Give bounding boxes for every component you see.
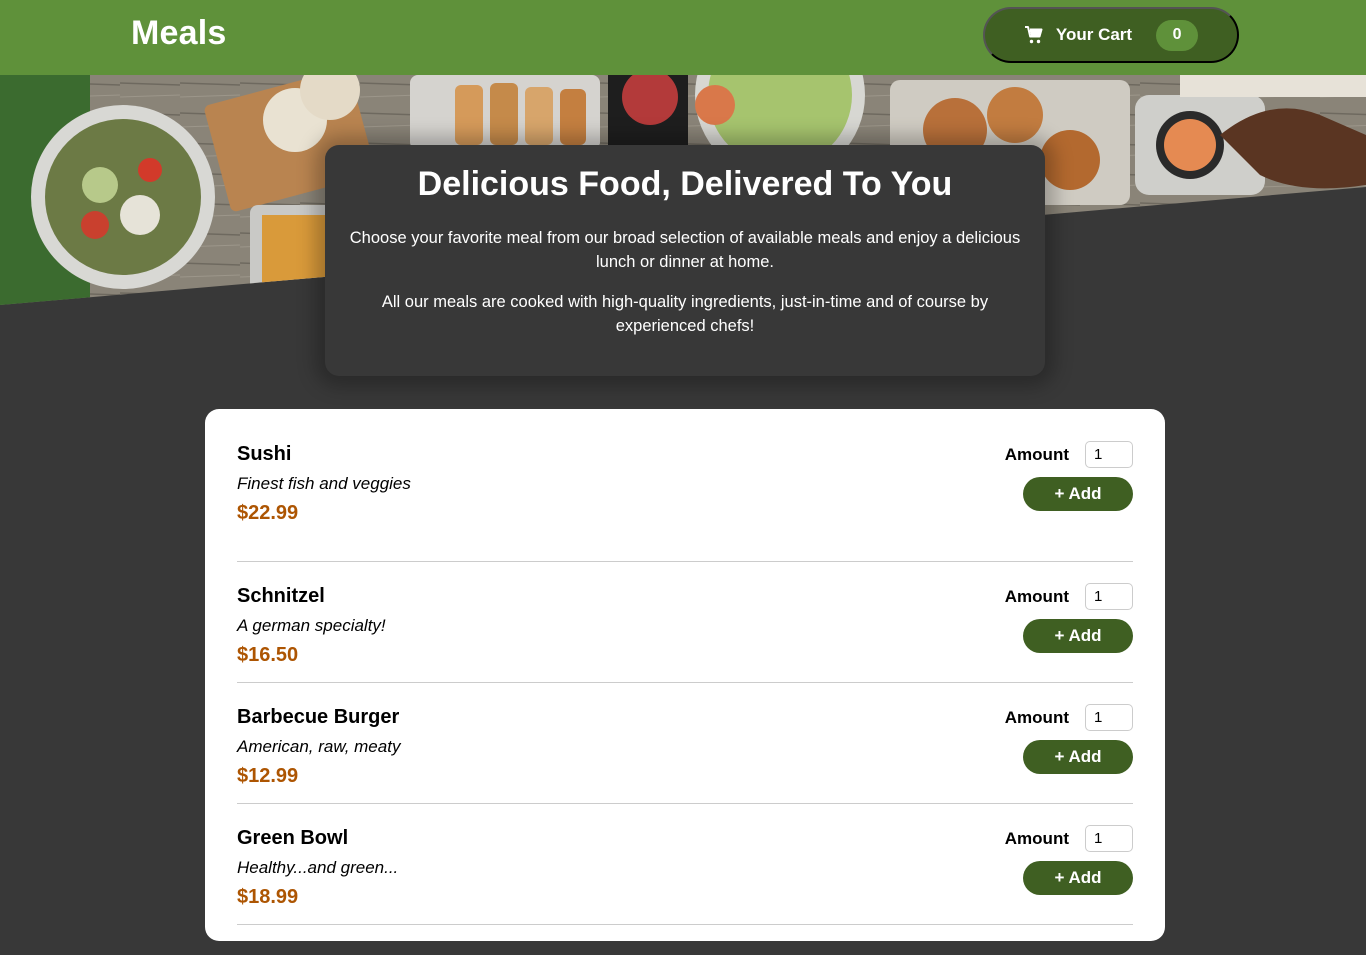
summary-paragraph-1: Choose your favorite meal from our broad… <box>349 229 1021 271</box>
meal-price: $18.99 <box>237 886 299 908</box>
summary-paragraph-2: All our meals are cooked with high-quali… <box>381 293 989 335</box>
amount-input[interactable] <box>1085 825 1133 852</box>
meal-name: Green Bowl <box>237 827 349 849</box>
meal-description: Healthy...and green... <box>237 858 399 877</box>
meal-name: Sushi <box>237 443 292 465</box>
available-meals-card: Sushi Finest fish and veggies $22.99 Amo… <box>205 409 1165 941</box>
meal-item-sushi: Sushi Finest fish and veggies $22.99 Amo… <box>237 441 1133 562</box>
meal-description: A german specialty! <box>237 616 386 635</box>
add-to-cart-button[interactable]: + Add <box>1023 740 1133 774</box>
add-to-cart-button[interactable]: + Add <box>1023 619 1133 653</box>
amount-input[interactable] <box>1085 704 1133 731</box>
app-header: Meals Your Cart 0 <box>0 0 1366 75</box>
meal-price: $16.50 <box>237 644 299 666</box>
cart-button[interactable]: Your Cart 0 <box>983 7 1239 63</box>
summary-title: Delicious Food, Delivered To You <box>417 165 953 203</box>
brand-title: Meals <box>131 14 227 52</box>
meal-list: Sushi Finest fish and veggies $22.99 Amo… <box>237 441 1133 925</box>
meal-description: Finest fish and veggies <box>237 474 411 493</box>
amount-label: Amount <box>1004 829 1069 848</box>
meal-name: Schnitzel <box>237 585 325 607</box>
meal-item-green-bowl: Green Bowl Healthy...and green... $18.99… <box>237 804 1133 925</box>
meal-item-barbecue-burger: Barbecue Burger American, raw, meaty $12… <box>237 683 1133 804</box>
add-to-cart-button[interactable]: + Add <box>1023 861 1133 895</box>
amount-label: Amount <box>1004 445 1069 464</box>
meal-price: $12.99 <box>237 765 299 787</box>
amount-input[interactable] <box>1085 583 1133 610</box>
cart-icon <box>1024 26 1043 44</box>
amount-label: Amount <box>1004 708 1069 727</box>
cart-label: Your Cart <box>1055 25 1133 44</box>
meals-summary: Delicious Food, Delivered To You Choose … <box>325 145 1045 376</box>
meal-item-schnitzel: Schnitzel A german specialty! $16.50 Amo… <box>237 562 1133 683</box>
meal-price: $22.99 <box>237 502 299 524</box>
cart-count-badge: 0 <box>1156 19 1199 51</box>
add-to-cart-button[interactable]: + Add <box>1023 477 1133 511</box>
meal-name: Barbecue Burger <box>237 706 400 728</box>
amount-input[interactable] <box>1085 441 1133 468</box>
amount-label: Amount <box>1004 587 1069 606</box>
meal-description: American, raw, meaty <box>237 737 401 756</box>
